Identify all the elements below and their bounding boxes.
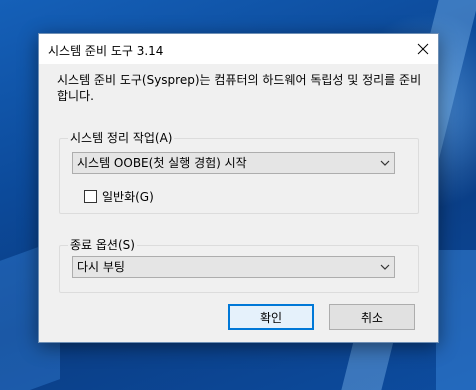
sysprep-dialog: 시스템 준비 도구 3.14 시스템 준비 도구(Sysprep)는 컴퓨터의 … bbox=[38, 33, 439, 343]
generalize-label: 일반화(G) bbox=[102, 190, 154, 204]
close-button[interactable] bbox=[408, 34, 438, 64]
window-title: 시스템 준비 도구 3.14 bbox=[48, 44, 164, 58]
shutdown-option-select[interactable]: 다시 부팅 bbox=[72, 256, 395, 278]
cleanup-action-value: 시스템 OOBE(첫 실행 경험) 시작 bbox=[77, 156, 247, 170]
ok-button[interactable]: 확인 bbox=[228, 304, 314, 330]
shutdown-options-legend: 종료 옵션(S) bbox=[68, 238, 137, 252]
title-bar[interactable]: 시스템 준비 도구 3.14 bbox=[39, 34, 438, 64]
wallpaper-light-beam bbox=[436, 250, 476, 390]
chevron-down-icon bbox=[380, 160, 390, 166]
cleanup-action-select[interactable]: 시스템 OOBE(첫 실행 경험) 시작 bbox=[72, 152, 395, 174]
description-text: 시스템 준비 도구(Sysprep)는 컴퓨터의 하드웨어 독립성 및 정리를 … bbox=[57, 73, 422, 103]
cancel-button[interactable]: 취소 bbox=[329, 304, 415, 330]
chevron-down-icon bbox=[380, 264, 390, 270]
generalize-option[interactable]: 일반화(G) bbox=[84, 188, 154, 205]
shutdown-option-value: 다시 부팅 bbox=[77, 260, 125, 274]
generalize-checkbox[interactable] bbox=[84, 190, 97, 203]
close-icon bbox=[417, 43, 429, 55]
cleanup-action-legend: 시스템 정리 작업(A) bbox=[68, 131, 175, 145]
